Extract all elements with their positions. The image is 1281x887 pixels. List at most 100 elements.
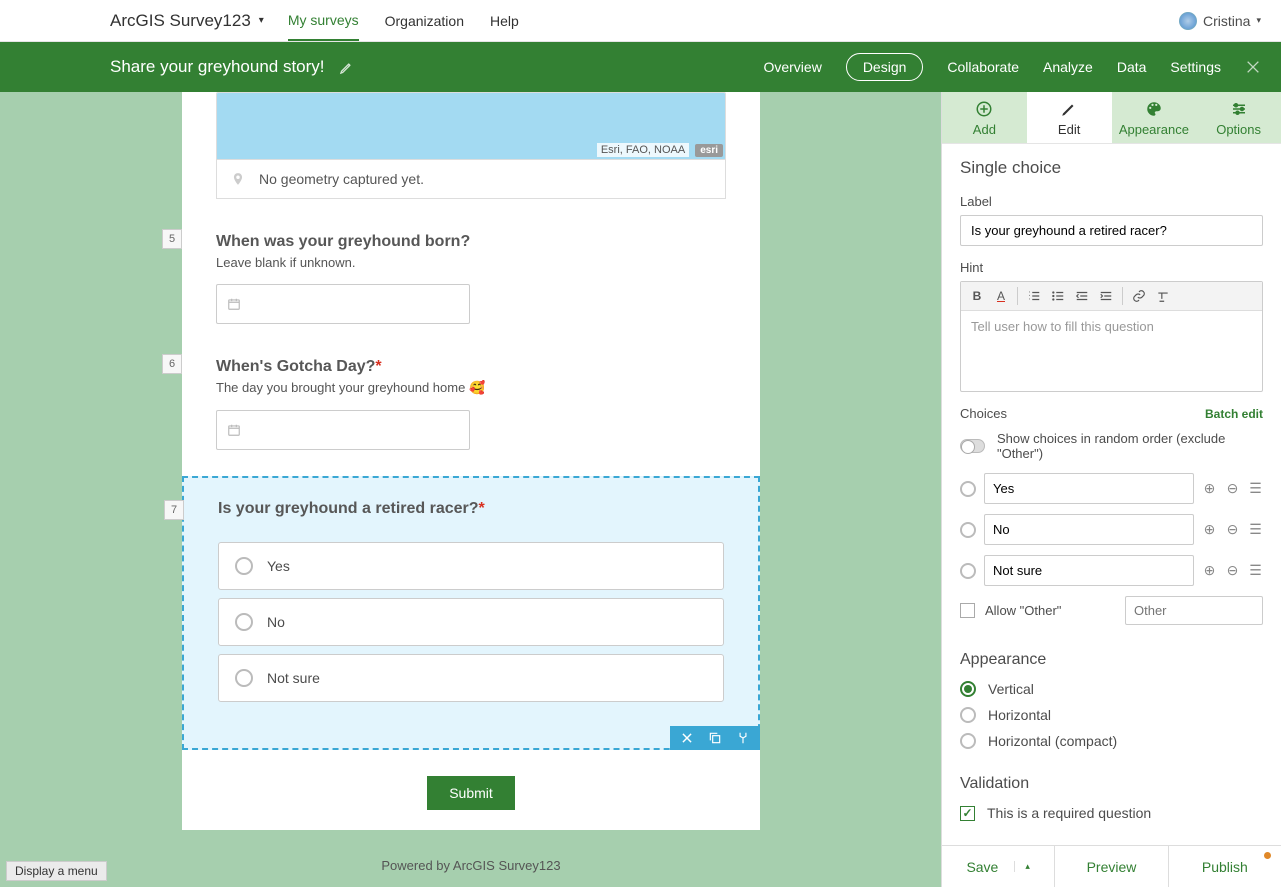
survey-title: Share your greyhound story! [110, 57, 325, 77]
choice-option[interactable]: Yes [218, 542, 724, 590]
chevron-up-icon[interactable]: ▴ [1014, 861, 1030, 872]
panel-action-bar: Save ▴ Preview Publish [942, 845, 1281, 887]
rte-toolbar: B A [961, 282, 1262, 311]
merge-icon[interactable] [736, 731, 750, 745]
random-order-toggle[interactable] [960, 439, 985, 453]
appearance-option[interactable]: Vertical [960, 681, 1263, 697]
radio-icon [960, 563, 976, 579]
save-button[interactable]: Save ▴ [942, 846, 1055, 887]
batch-edit-link[interactable]: Batch edit [1205, 407, 1263, 421]
allow-other-row: Allow "Other" [960, 596, 1263, 625]
bold-icon[interactable]: B [965, 285, 989, 307]
date-input[interactable] [216, 410, 470, 450]
nav-my-surveys[interactable]: My surveys [288, 1, 359, 41]
validation-heading: Validation [960, 775, 1263, 793]
panel-tab-add[interactable]: Add [942, 92, 1027, 143]
radio-selected-icon [960, 681, 976, 697]
question-toolbar [670, 726, 760, 750]
radio-icon [235, 613, 253, 631]
radio-icon [235, 669, 253, 687]
required-checkbox[interactable]: ✓ [960, 806, 975, 821]
appearance-option[interactable]: Horizontal [960, 707, 1263, 723]
link-icon[interactable] [1127, 285, 1151, 307]
unsaved-indicator-icon [1264, 852, 1271, 859]
plus-circle-icon[interactable]: ⊕ [1202, 480, 1217, 497]
chevron-down-icon: ▾ [1256, 15, 1261, 26]
minus-circle-icon[interactable]: ⊖ [1225, 562, 1240, 579]
radio-icon [960, 707, 976, 723]
powered-by-text: Powered by ArcGIS Survey123 [182, 858, 760, 873]
radio-icon [235, 557, 253, 575]
allow-other-checkbox[interactable] [960, 603, 975, 618]
top-nav: ArcGIS Survey123 ▾ My surveys Organizati… [0, 0, 1281, 42]
tab-collaborate[interactable]: Collaborate [947, 53, 1019, 81]
panel-tabs: Add Edit Appearance Options [942, 92, 1281, 144]
pencil-icon[interactable] [339, 60, 354, 75]
brand-dropdown-caret[interactable]: ▾ [259, 15, 264, 26]
delete-icon[interactable] [680, 731, 694, 745]
user-menu[interactable]: Cristina ▾ [1179, 12, 1261, 30]
tab-settings[interactable]: Settings [1170, 53, 1221, 81]
survey-tabs: Overview Design Collaborate Analyze Data… [763, 53, 1261, 81]
indent-icon[interactable] [1094, 285, 1118, 307]
crossed-tools-icon[interactable] [1245, 59, 1261, 75]
minus-circle-icon[interactable]: ⊖ [1225, 480, 1240, 497]
question-5[interactable]: 5 When was your greyhound born? Leave bl… [216, 233, 726, 324]
clear-format-icon[interactable] [1151, 285, 1175, 307]
question-label: Is your greyhound a retired racer?* [218, 500, 724, 518]
question-label: When's Gotcha Day?* [216, 358, 726, 376]
drag-handle-icon[interactable]: ☰ [1248, 480, 1263, 497]
plus-circle-icon[interactable]: ⊕ [1202, 562, 1217, 579]
question-7-selected[interactable]: 7 Is your greyhound a retired racer?* Ye… [182, 476, 760, 750]
preview-button[interactable]: Preview [1055, 846, 1168, 887]
list-ordered-icon[interactable] [1022, 285, 1046, 307]
calendar-icon [227, 297, 241, 311]
minus-circle-icon[interactable]: ⊖ [1225, 521, 1240, 538]
user-name: Cristina [1203, 13, 1250, 29]
random-order-row: Show choices in random order (exclude "O… [960, 431, 1263, 461]
panel-tab-options[interactable]: Options [1196, 92, 1281, 143]
tab-data[interactable]: Data [1117, 53, 1147, 81]
date-input[interactable] [216, 284, 470, 324]
question-6[interactable]: 6 When's Gotcha Day?* The day you brough… [216, 358, 726, 450]
appearance-heading: Appearance [960, 651, 1263, 669]
submit-button[interactable]: Submit [427, 776, 515, 810]
tab-analyze[interactable]: Analyze [1043, 53, 1093, 81]
text-color-icon[interactable]: A [989, 285, 1013, 307]
choice-option[interactable]: Not sure [218, 654, 724, 702]
plus-circle-icon[interactable]: ⊕ [1202, 521, 1217, 538]
survey-header-bar: Share your greyhound story! Overview Des… [0, 42, 1281, 92]
map-preview[interactable]: Esri, FAO, NOAA esri [216, 92, 726, 160]
nav-help[interactable]: Help [490, 2, 519, 40]
choice-text-input[interactable] [984, 473, 1194, 504]
choice-edit-row: ⊕ ⊖ ☰ [960, 555, 1263, 586]
label-input[interactable] [960, 215, 1263, 246]
nav-organization[interactable]: Organization [385, 2, 464, 40]
drag-handle-icon[interactable]: ☰ [1248, 562, 1263, 579]
panel-tab-edit[interactable]: Edit [1027, 92, 1112, 143]
question-label: When was your greyhound born? [216, 233, 726, 251]
question-number: 5 [162, 229, 182, 249]
question-type-heading: Single choice [960, 158, 1263, 178]
drag-handle-icon[interactable]: ☰ [1248, 521, 1263, 538]
question-hint: The day you brought your greyhound home … [216, 380, 726, 396]
calendar-icon [227, 423, 241, 437]
hint-textarea[interactable]: Tell user how to fill this question [961, 311, 1262, 391]
choice-text-input[interactable] [984, 555, 1194, 586]
list-unordered-icon[interactable] [1046, 285, 1070, 307]
question-number: 7 [164, 500, 184, 520]
choice-label: Yes [267, 558, 290, 574]
other-placeholder-input[interactable] [1125, 596, 1263, 625]
properties-panel: Add Edit Appearance Options [941, 92, 1281, 887]
panel-tab-appearance[interactable]: Appearance [1112, 92, 1197, 143]
choice-option[interactable]: No [218, 598, 724, 646]
choice-text-input[interactable] [984, 514, 1194, 545]
tab-overview[interactable]: Overview [763, 53, 821, 81]
appearance-option[interactable]: Horizontal (compact) [960, 733, 1263, 749]
outdent-icon[interactable] [1070, 285, 1094, 307]
duplicate-icon[interactable] [708, 731, 722, 745]
hint-editor: B A [960, 281, 1263, 392]
publish-button[interactable]: Publish [1169, 846, 1281, 887]
brand-name[interactable]: ArcGIS Survey123 [110, 11, 251, 31]
tab-design[interactable]: Design [846, 53, 924, 81]
